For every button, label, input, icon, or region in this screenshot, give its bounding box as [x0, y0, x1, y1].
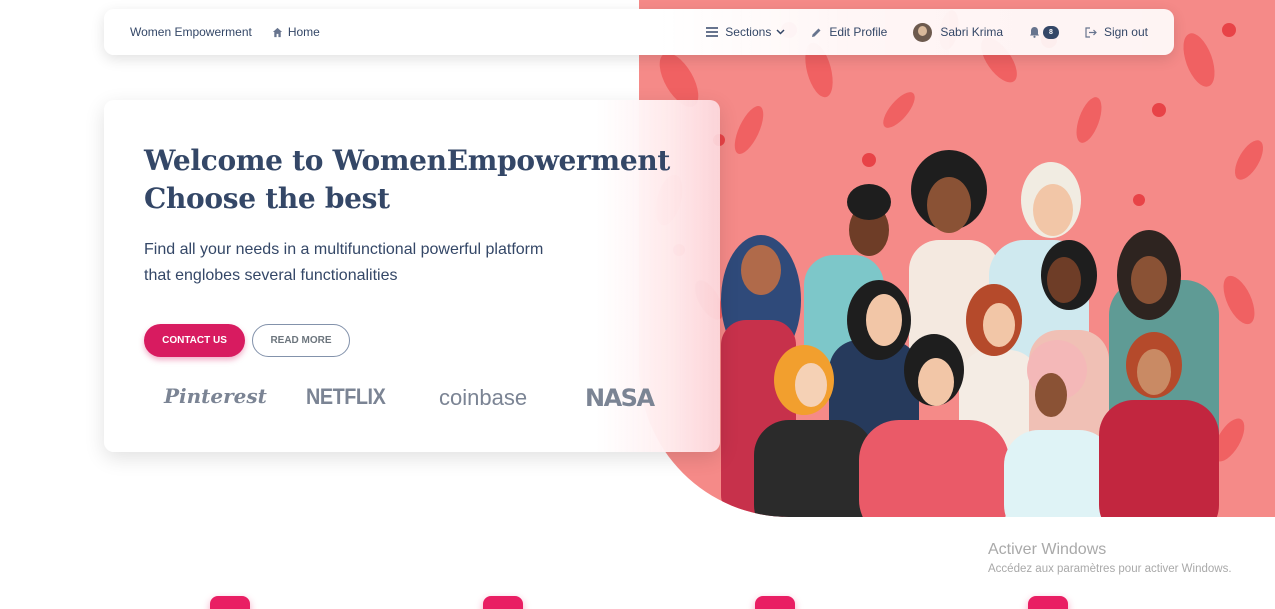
windows-activation-watermark: Activer Windows Accédez aux paramètres p… [988, 541, 1232, 575]
pencil-icon [812, 28, 821, 37]
edit-profile-label: Edit Profile [829, 25, 888, 39]
home-icon [272, 27, 282, 37]
list-icon [706, 27, 719, 37]
netflix-logo: NETFLIX [306, 384, 386, 409]
women-group-illustration [655, 10, 1263, 517]
page-title: Welcome to WomenEmpowerment Choose the b… [144, 142, 670, 218]
sign-out-label: Sign out [1103, 25, 1148, 39]
avatar [913, 22, 933, 42]
notifications-button[interactable]: 8 [1029, 25, 1059, 39]
nav-right-group: Sections Edit Profile Sabri Krima 8 Sign… [706, 22, 1148, 42]
watermark-subtitle: Accédez aux paramètres pour activer Wind… [988, 563, 1232, 575]
hero-illustration [639, 0, 1275, 517]
coinbase-logo: coinbase [439, 385, 528, 410]
partner-logos: Pinterest NETFLIX coinbase NASA [144, 380, 664, 414]
user-name: Sabri Krima [940, 25, 1004, 39]
title-line-1: Welcome to WomenEmpowerment [144, 144, 671, 177]
contact-us-button[interactable]: CONTACT US [144, 324, 245, 357]
sections-label: Sections [725, 25, 772, 39]
title-line-2: Choose the best [144, 182, 390, 215]
sections-dropdown[interactable]: Sections [706, 25, 785, 39]
page: Women Empowerment Home Sections Edit Pro… [0, 0, 1275, 609]
lead-line-1: Find all your needs in a multifunctional… [144, 241, 544, 258]
welcome-card: Welcome to WomenEmpowerment Choose the b… [104, 100, 720, 452]
nav-home-label: Home [287, 25, 320, 39]
feature-icon-tile [483, 596, 523, 609]
lead-line-2: that englobes several functionalities [144, 267, 398, 284]
sign-out-link[interactable]: Sign out [1085, 25, 1148, 39]
bell-icon [1030, 27, 1040, 38]
pinterest-logo: Pinterest [164, 384, 267, 408]
feature-icon-tile [1028, 596, 1068, 609]
lead-text: Find all your needs in a multifunctional… [144, 237, 604, 289]
notification-badge: 8 [1043, 25, 1059, 39]
sign-out-icon [1085, 26, 1097, 38]
user-profile-link[interactable]: Sabri Krima [913, 22, 1004, 42]
navbar: Women Empowerment Home Sections Edit Pro… [104, 9, 1174, 55]
read-more-button[interactable]: READ MORE [252, 324, 350, 357]
watermark-title: Activer Windows [988, 541, 1107, 558]
feature-icon-tile [755, 596, 795, 609]
feature-icon-tile [210, 596, 250, 609]
brand-link[interactable]: Women Empowerment [130, 25, 252, 39]
nasa-logo: NASA [585, 384, 655, 412]
edit-profile-link[interactable]: Edit Profile [811, 25, 887, 39]
nav-home-link[interactable]: Home [272, 25, 320, 39]
chevron-down-icon [776, 29, 785, 35]
